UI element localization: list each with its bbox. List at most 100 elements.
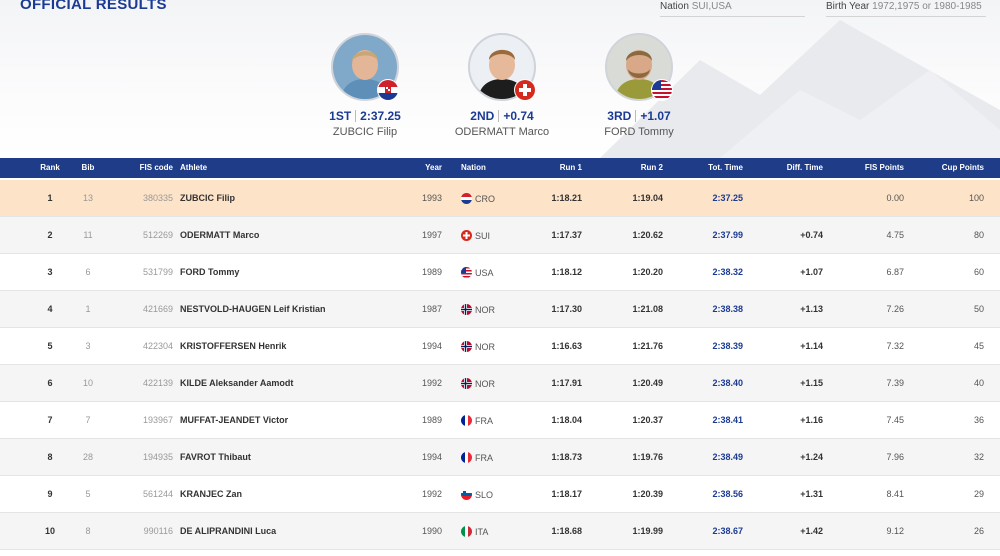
norway-flag-icon [461,378,472,389]
nation-cell: NOR [461,304,495,315]
birth-year-filter[interactable]: Birth Year 1972,1975 or 1980-1985 [826,1,986,17]
table-row[interactable]: 5 3 422304 KRISTOFFERSEN Henrik 1994 NOR… [0,328,1000,365]
run1-cell: 1:18.17 [551,489,582,499]
nation-cell: FRA [461,415,493,426]
total-time-cell: 2:38.41 [712,415,743,425]
table-row[interactable]: 4 1 421669 NESTVOLD-HAUGEN Leif Kristian… [0,291,1000,328]
rank-cell: 7 [47,415,53,425]
athlete-cell[interactable]: DE ALIPRANDINI Luca [180,526,276,536]
total-time-cell: 2:38.49 [712,452,743,462]
fis-points-cell: 7.26 [886,304,904,314]
nation-code: FRA [475,416,493,426]
total-time-cell: 2:38.40 [712,378,743,388]
header-cup-points: Cup Points [941,163,984,172]
table-row[interactable]: 9 5 561244 KRANJEC Zan 1992 SLO 1:18.17 … [0,476,1000,513]
table-row[interactable]: 8 28 194935 FAVROT Thibaut 1994 FRA 1:18… [0,439,1000,476]
run2-cell: 1:21.08 [632,304,663,314]
bib-cell: 11 [83,230,93,240]
france-flag-icon [461,452,472,463]
podium-second[interactable]: 2ND +0.74 ODERMATT Marco [432,33,572,138]
run1-cell: 1:17.37 [551,230,582,240]
total-time-cell: 2:38.38 [712,304,743,314]
header-run2: Run 2 [640,163,663,172]
nation-cell: FRA [461,452,493,463]
bib-cell: 28 [82,452,93,462]
athlete-photo [605,33,673,101]
podium-third[interactable]: 3RD +1.07 FORD Tommy [569,33,709,138]
table-row[interactable]: 2 11 512269 ODERMATT Marco 1997 SUI 1:17… [0,217,1000,254]
table-row[interactable]: 3 6 531799 FORD Tommy 1989 USA 1:18.12 1… [0,254,1000,291]
fis-points-cell: 0.00 [886,193,904,203]
podium-athlete-name: ZUBCIC Filip [332,126,398,138]
run1-cell: 1:18.68 [551,526,582,536]
athlete-cell[interactable]: KRISTOFFERSEN Henrik [180,341,286,351]
athlete-cell[interactable]: KILDE Aleksander Aamodt [180,378,293,388]
bib-cell: 10 [82,378,93,388]
france-flag-icon [461,415,472,426]
fis-code-cell: 531799 [142,267,173,277]
fis-code-cell: 422304 [142,341,173,351]
year-cell: 1990 [421,526,442,536]
athlete-cell[interactable]: KRANJEC Zan [180,489,242,499]
athlete-cell[interactable]: MUFFAT-JEANDET Victor [180,415,288,425]
total-time-cell: 2:38.39 [712,341,743,351]
run2-cell: 1:20.62 [632,230,663,240]
year-cell: 1992 [421,378,442,388]
table-row[interactable]: 6 10 422139 KILDE Aleksander Aamodt 1992… [0,365,1000,402]
athlete-cell[interactable]: NESTVOLD-HAUGEN Leif Kristian [180,304,326,314]
fis-points-cell: 7.96 [886,452,904,462]
athlete-cell[interactable]: ODERMATT Marco [180,230,259,240]
nation-filter[interactable]: Nation SUI,USA [660,1,805,17]
table-row[interactable]: 7 7 193967 MUFFAT-JEANDET Victor 1989 FR… [0,402,1000,439]
results-table-header: Rank Bib FIS code Athlete Year Nation Ru… [0,158,1000,178]
fis-code-cell: 194935 [142,452,173,462]
switzerland-flag-icon [514,79,536,101]
total-time-cell: 2:38.32 [712,267,743,277]
cup-points-cell: 36 [973,415,984,425]
cup-points-cell: 80 [973,230,984,240]
cup-points-cell: 50 [973,304,984,314]
podium-time: +0.74 [503,109,534,123]
run1-cell: 1:18.04 [551,415,582,425]
podium-place-line: 2ND +0.74 [432,109,572,123]
fis-points-cell: 9.12 [886,526,904,536]
podium-time: +1.07 [640,109,671,123]
table-row[interactable]: 10 8 990116 DE ALIPRANDINI Luca 1990 ITA… [0,513,1000,550]
podium-place-line: 3RD +1.07 [569,109,709,123]
athlete-photo [468,33,536,101]
header-run1: Run 1 [559,163,582,172]
podium-place: 2ND [470,109,495,123]
rank-cell: 10 [44,526,55,536]
fis-points-cell: 7.45 [886,415,904,425]
diff-time-cell: +1.15 [800,378,823,388]
year-cell: 1994 [421,341,442,351]
run1-cell: 1:18.73 [551,452,582,462]
rank-cell: 9 [47,489,53,499]
header-fis-points: FIS Points [864,163,904,172]
results-hero: OFFICIAL RESULTS Nation SUI,USA Birth Ye… [0,0,1000,158]
fis-code-cell: 561244 [142,489,173,499]
diff-time-cell: +1.14 [800,341,823,351]
fis-points-cell: 7.39 [886,378,904,388]
bib-cell: 8 [85,526,91,536]
run1-cell: 1:17.91 [551,378,582,388]
nation-code: FRA [475,453,493,463]
run1-cell: 1:18.12 [551,267,582,277]
diff-time-cell: +1.42 [800,526,823,536]
nation-cell: SUI [461,230,490,241]
nation-filter-label: Nation [660,1,689,12]
rank-cell: 4 [47,304,53,314]
table-row[interactable]: 1 13 380335 ZUBCIC Filip 1993 CRO 1:18.2… [0,180,1000,217]
run2-cell: 1:20.37 [632,415,663,425]
podium-first[interactable]: 1ST 2:37.25 ZUBCIC Filip [295,33,435,138]
podium-time: 2:37.25 [360,109,401,123]
athlete-cell[interactable]: ZUBCIC Filip [180,193,235,203]
nation-cell: NOR [461,341,495,352]
year-cell: 1994 [421,452,442,462]
birth-year-filter-label: Birth Year [826,1,870,12]
athlete-cell[interactable]: FAVROT Thibaut [180,452,251,462]
fis-code-cell: 512269 [142,230,173,240]
fis-code-cell: 422139 [142,378,173,388]
athlete-cell[interactable]: FORD Tommy [180,267,239,277]
diff-time-cell: +1.07 [800,267,823,277]
